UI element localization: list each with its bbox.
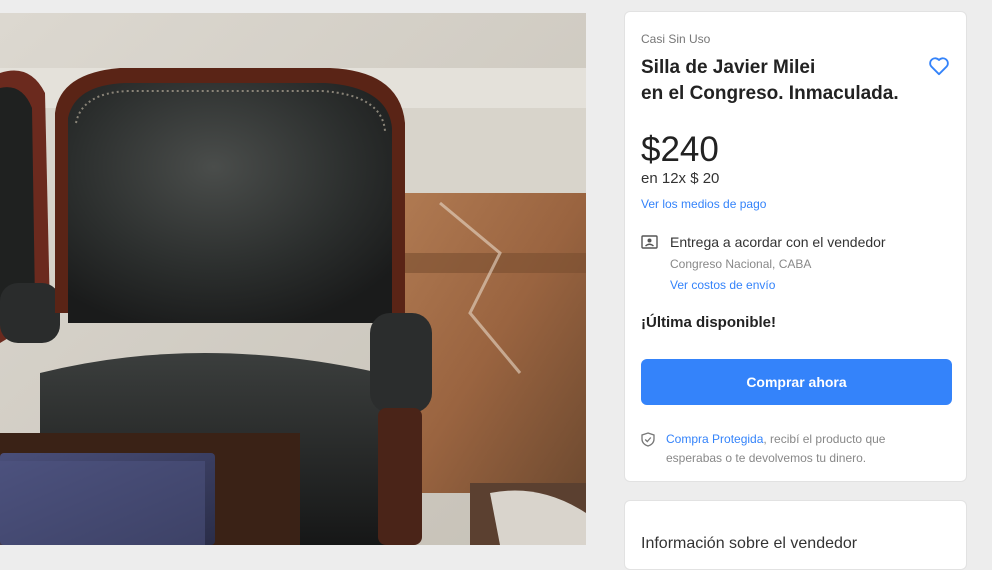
product-title: Silla de Javier Milei en el Congreso. In… (641, 55, 931, 107)
product-photo[interactable] (0, 13, 586, 545)
delivery-location: Congreso Nacional, CABA (670, 257, 812, 271)
installments-text: en 12x $ 20 (641, 170, 720, 187)
delivery-title: Entrega a acordar con el vendedor (670, 234, 886, 250)
protected-purchase-link[interactable]: Compra Protegida (666, 432, 763, 446)
product-condition: Casi Sin Uso (641, 32, 711, 46)
handshake-card-icon (641, 235, 658, 249)
buy-now-button[interactable]: Comprar ahora (641, 359, 952, 405)
heart-outline-icon[interactable] (928, 56, 950, 76)
seller-section-title: Información sobre el vendedor (641, 535, 858, 552)
payment-methods-link[interactable]: Ver los medios de pago (641, 197, 766, 211)
product-title-line-1: Silla de Javier Milei (641, 57, 816, 78)
purchase-protection-text: Compra Protegida, recibí el producto que… (666, 430, 936, 468)
seller-info-card: Información sobre el vendedor (624, 500, 967, 570)
stock-status: ¡Última disponible! (641, 314, 776, 331)
shipping-costs-link[interactable]: Ver costos de envío (670, 278, 775, 292)
product-title-line-2: en el Congreso. Inmaculada. (641, 83, 899, 104)
product-info-card: Casi Sin Uso Silla de Javier Milei en el… (624, 11, 967, 482)
shield-check-icon (641, 432, 655, 447)
product-price: $240 (641, 130, 719, 169)
chair-image (0, 13, 586, 545)
